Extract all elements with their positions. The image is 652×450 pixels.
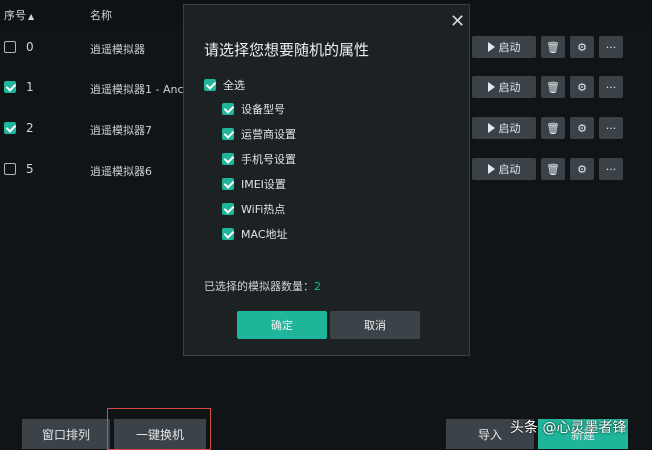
gear-icon[interactable]: ⚙ xyxy=(570,117,594,139)
select-all-label: 全选 xyxy=(223,79,245,92)
row-name: 逍遥模拟器6 xyxy=(90,165,152,178)
option-label: IMEI设置 xyxy=(241,178,286,191)
gear-icon[interactable]: ⚙ xyxy=(570,76,594,98)
arrange-windows-button[interactable]: 窗口排列 xyxy=(22,419,110,449)
more-button[interactable]: ··· xyxy=(599,36,623,58)
option-label: WiFi热点 xyxy=(241,203,286,216)
play-icon xyxy=(487,123,495,133)
header-index[interactable]: 序号 ▲ xyxy=(4,7,34,23)
highlight-box xyxy=(107,408,211,450)
row-index: 5 xyxy=(26,162,34,176)
watermark: 头条 @心灵墨者锋 xyxy=(510,420,627,436)
option-device-model[interactable]: 设备型号 xyxy=(222,101,285,117)
checkbox-icon[interactable] xyxy=(222,178,234,190)
play-icon xyxy=(487,42,495,52)
select-all-option[interactable]: 全选 xyxy=(204,77,245,93)
gear-icon[interactable]: ⚙ xyxy=(570,36,594,58)
more-button[interactable]: ··· xyxy=(599,158,623,180)
row-name: 逍遥模拟器1 - Anc xyxy=(90,83,184,96)
option-carrier[interactable]: 运营商设置 xyxy=(222,126,296,142)
option-imei[interactable]: IMEI设置 xyxy=(222,176,286,192)
checkbox-icon[interactable] xyxy=(222,153,234,165)
row-checkbox[interactable] xyxy=(4,41,16,53)
checkbox-icon[interactable] xyxy=(222,128,234,140)
trash-icon[interactable]: 🗑 xyxy=(541,76,565,98)
cancel-button[interactable]: 取消 xyxy=(330,311,420,339)
sort-asc-icon: ▲ xyxy=(28,12,35,21)
selected-count-value: 2 xyxy=(314,280,321,293)
row-checkbox[interactable] xyxy=(4,163,16,175)
selected-count-label: 已选择的模拟器数量： xyxy=(204,280,314,293)
trash-icon[interactable]: 🗑 xyxy=(541,158,565,180)
row-index: 0 xyxy=(26,40,34,54)
option-label: 设备型号 xyxy=(241,103,285,116)
checkbox-icon[interactable] xyxy=(222,203,234,215)
trash-icon[interactable]: 🗑 xyxy=(541,36,565,58)
option-mac[interactable]: MAC地址 xyxy=(222,226,288,242)
checkbox-icon[interactable] xyxy=(204,79,216,91)
confirm-button[interactable]: 确定 xyxy=(237,311,327,339)
row-checkbox[interactable] xyxy=(4,81,16,93)
more-button[interactable]: ··· xyxy=(599,117,623,139)
start-button[interactable]: 启动 xyxy=(472,158,536,180)
close-icon[interactable]: ✕ xyxy=(450,11,465,32)
row-index: 2 xyxy=(26,121,34,135)
row-checkbox[interactable] xyxy=(4,122,16,134)
option-wifi[interactable]: WiFi热点 xyxy=(222,201,285,217)
gear-icon[interactable]: ⚙ xyxy=(570,158,594,180)
row-index: 1 xyxy=(26,80,34,94)
row-name: 逍遥模拟器7 xyxy=(90,124,152,137)
option-label: MAC地址 xyxy=(241,228,288,241)
attribute-dialog: ✕ 请选择您想要随机的属性 全选 设备型号 运营商设置 手机号设置 IMEI设置… xyxy=(183,4,470,356)
option-phone-number[interactable]: 手机号设置 xyxy=(222,151,296,167)
play-icon xyxy=(487,164,495,174)
start-button[interactable]: 启动 xyxy=(472,36,536,58)
trash-icon[interactable]: 🗑 xyxy=(541,117,565,139)
header-name[interactable]: 名称 xyxy=(90,7,112,23)
option-label: 手机号设置 xyxy=(241,153,296,166)
row-name: 逍遥模拟器 xyxy=(90,43,145,56)
start-button[interactable]: 启动 xyxy=(472,76,536,98)
dialog-title: 请选择您想要随机的属性 xyxy=(204,41,370,59)
checkbox-icon[interactable] xyxy=(222,228,234,240)
selected-count: 已选择的模拟器数量：2 xyxy=(204,278,321,294)
option-label: 运营商设置 xyxy=(241,128,296,141)
play-icon xyxy=(487,82,495,92)
checkbox-icon[interactable] xyxy=(222,103,234,115)
start-button[interactable]: 启动 xyxy=(472,117,536,139)
more-button[interactable]: ··· xyxy=(599,76,623,98)
